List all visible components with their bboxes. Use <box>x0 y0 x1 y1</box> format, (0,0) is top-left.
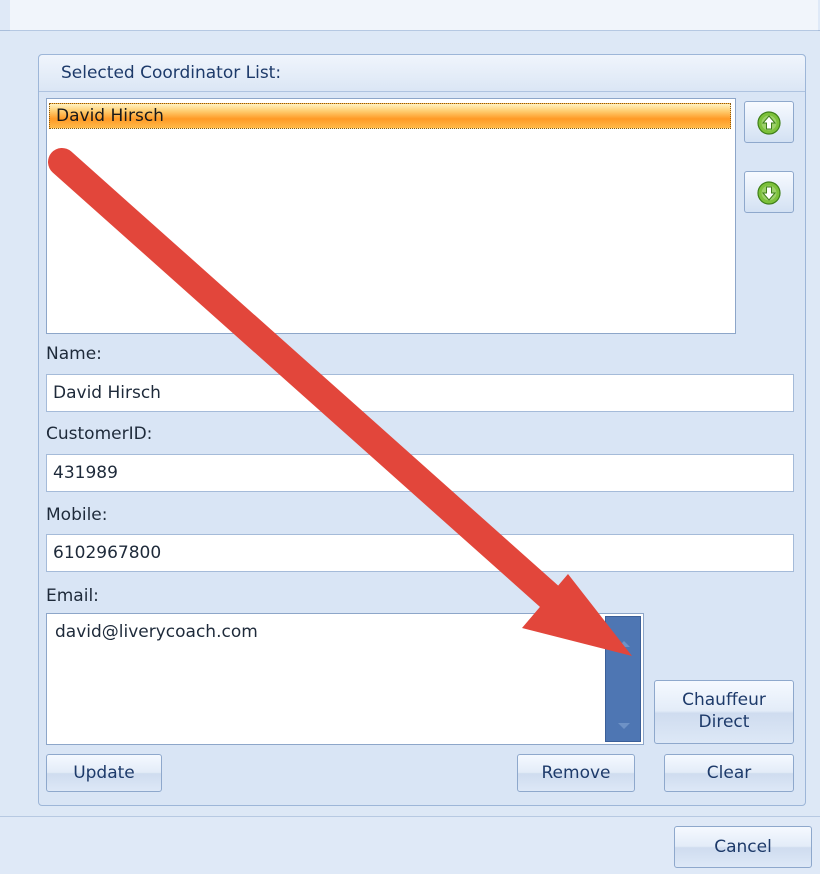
mobile-label: Mobile: <box>46 505 108 525</box>
remove-button[interactable]: Remove <box>517 754 635 792</box>
top-band-inner <box>10 0 818 31</box>
customer-id-label: CustomerID: <box>46 424 153 444</box>
arrow-up-circle-icon <box>757 111 781 135</box>
scroll-down-icon[interactable] <box>618 723 630 729</box>
clear-button[interactable]: Clear <box>664 754 794 792</box>
name-label: Name: <box>46 344 102 364</box>
chauffeur-label-line1: Chauffeur <box>682 690 766 710</box>
customer-id-field[interactable]: 431989 <box>46 454 794 492</box>
arrow-down-circle-icon <box>757 181 781 205</box>
update-button[interactable]: Update <box>46 754 162 792</box>
chauffeur-label-line2: Direct <box>698 712 750 732</box>
email-field[interactable]: david@liverycoach.com <box>46 613 644 745</box>
chauffeur-direct-button[interactable]: Chauffeur Direct <box>654 680 794 744</box>
scroll-up-icon[interactable] <box>618 641 630 647</box>
email-value: david@liverycoach.com <box>55 622 258 642</box>
top-band <box>0 0 820 31</box>
name-field[interactable]: David Hirsch <box>46 374 794 412</box>
list-item[interactable]: David Hirsch <box>49 103 731 129</box>
move-down-button[interactable] <box>744 171 794 213</box>
group-title: Selected Coordinator List: <box>61 63 282 83</box>
cancel-button[interactable]: Cancel <box>674 826 812 868</box>
group-header: Selected Coordinator List: <box>39 55 805 92</box>
move-up-button[interactable] <box>744 101 794 143</box>
mobile-field[interactable]: 6102967800 <box>46 534 794 572</box>
email-scrollbar[interactable] <box>605 616 641 742</box>
coordinator-list[interactable]: David Hirsch <box>46 98 736 334</box>
email-label: Email: <box>46 586 99 606</box>
